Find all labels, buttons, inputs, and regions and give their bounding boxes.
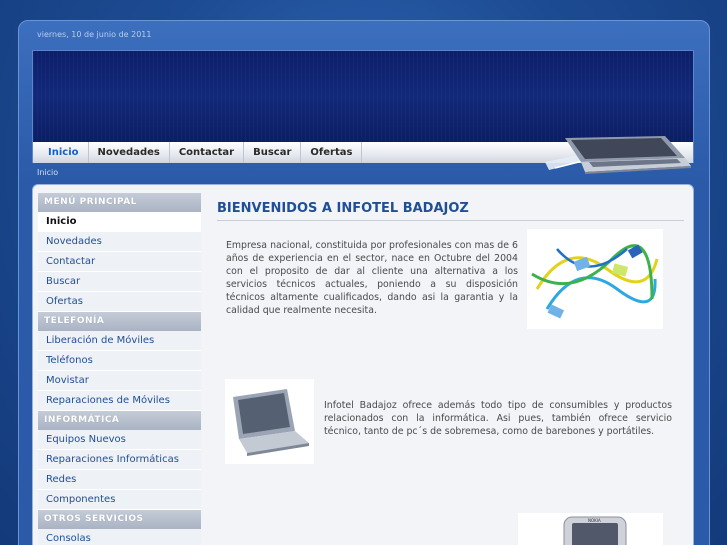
sidebar-item[interactable]: Inicio bbox=[38, 212, 201, 232]
sidebar-section-heading: MENÚ PRINCIPAL bbox=[38, 193, 201, 212]
sidebar-item[interactable]: Movistar bbox=[38, 371, 201, 391]
sidebar-item[interactable]: Ofertas bbox=[38, 292, 201, 312]
sidebar-item[interactable]: Reparaciones Informáticas bbox=[38, 450, 201, 470]
tablet-laptop-image bbox=[225, 379, 314, 464]
sidebar-item[interactable]: Redes bbox=[38, 470, 201, 490]
page-title: BIENVENIDOS A INFOTEL BADAJOZ bbox=[217, 201, 684, 221]
header-date: viernes, 10 de junio de 2011 bbox=[37, 30, 152, 39]
intro-paragraph: Empresa nacional, constituida por profes… bbox=[226, 240, 518, 317]
sidebar-item[interactable]: Equipos Nuevos bbox=[38, 430, 201, 450]
sidebar-item[interactable]: Liberación de Móviles bbox=[38, 331, 201, 351]
network-cables-image bbox=[527, 229, 663, 329]
nav-item-inicio[interactable]: Inicio bbox=[39, 142, 89, 163]
sidebar-item[interactable]: Novedades bbox=[38, 232, 201, 252]
services-paragraph: Infotel Badajoz ofrece además todo tipo … bbox=[324, 400, 672, 438]
mobile-phone-image: NOKIA bbox=[518, 513, 663, 545]
sidebar-item[interactable]: Buscar bbox=[38, 272, 201, 292]
laptop-icon bbox=[225, 379, 314, 464]
sidebar-item[interactable]: Consolas bbox=[38, 529, 201, 545]
sidebar-item[interactable]: Contactar bbox=[38, 252, 201, 272]
main-content: BIENVENIDOS A INFOTEL BADAJOZ Empresa na… bbox=[206, 193, 690, 545]
nav-item-ofertas[interactable]: Ofertas bbox=[301, 142, 363, 163]
mobile-phone-icon: NOKIA bbox=[518, 513, 663, 545]
sidebar-section-heading: TELEFONÍA bbox=[38, 312, 201, 331]
network-cables-icon bbox=[527, 229, 663, 329]
svg-text:NOKIA: NOKIA bbox=[588, 518, 601, 523]
sidebar-section-heading: OTROS SERVICIOS bbox=[38, 510, 201, 529]
nav-item-buscar[interactable]: Buscar bbox=[244, 142, 302, 163]
header-banner bbox=[32, 50, 694, 142]
laptop-illustration bbox=[545, 136, 691, 174]
nav-item-novedades[interactable]: Novedades bbox=[89, 142, 170, 163]
sidebar-item[interactable]: Teléfonos bbox=[38, 351, 201, 371]
nav-item-contactar[interactable]: Contactar bbox=[170, 142, 245, 163]
breadcrumb: Inicio bbox=[37, 168, 59, 177]
sidebar-item[interactable]: Reparaciones de Móviles bbox=[38, 391, 201, 411]
sidebar-item[interactable]: Componentes bbox=[38, 490, 201, 510]
sidebar-menu: MENÚ PRINCIPAL Inicio Novedades Contactar Bu… bbox=[38, 193, 201, 545]
sidebar-section-heading: INFORMÁTICA bbox=[38, 411, 201, 430]
